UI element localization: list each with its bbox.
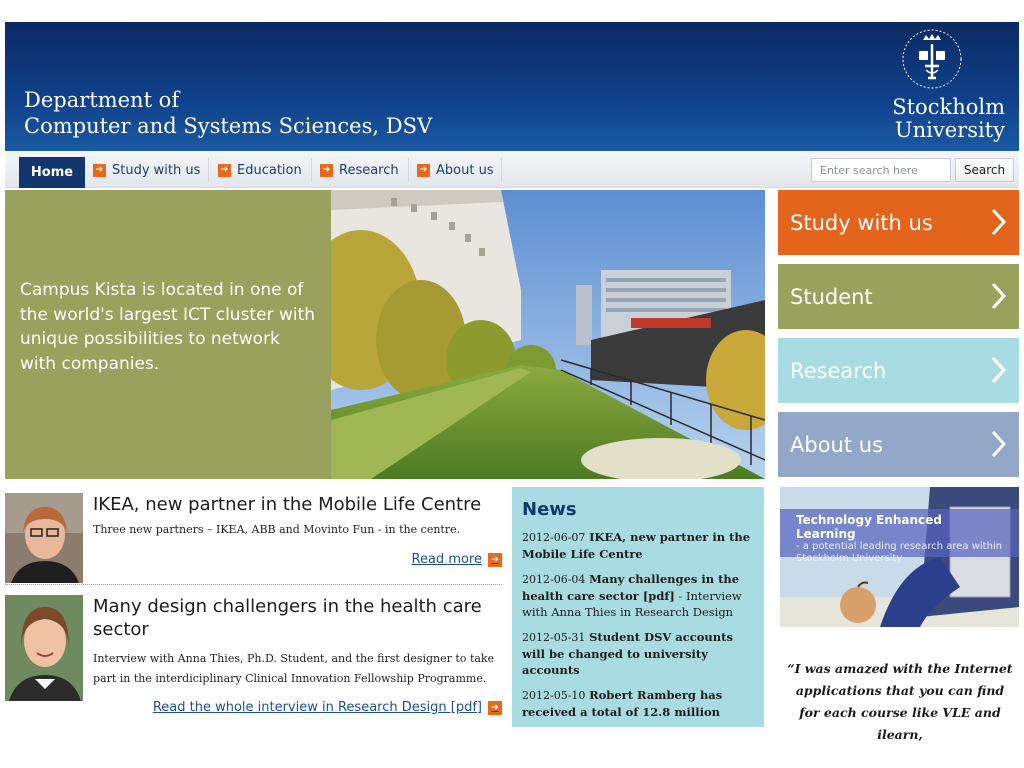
article-title[interactable]: IKEA, new partner in the Mobile Life Cen… xyxy=(93,493,503,516)
nav-education[interactable]: ➔ Education xyxy=(218,162,302,178)
read-more-label: Read the whole interview in Research Des… xyxy=(152,700,482,715)
campus-photo-illustration xyxy=(331,190,765,479)
department-title-line2: Computer and Systems Sciences, DSV xyxy=(24,114,433,138)
article-description: Interview with Anna Thies, Ph.D. Student… xyxy=(93,652,495,685)
chevron-right-icon xyxy=(991,356,1007,384)
nav-divider xyxy=(311,158,312,182)
arrow-right-icon: ➔ xyxy=(93,163,106,177)
university-seal-icon xyxy=(902,29,962,89)
search-button[interactable]: Search xyxy=(955,158,1014,182)
promo-caption: Technology Enhanced Learning - a potenti… xyxy=(780,509,1019,564)
article-photo[interactable] xyxy=(5,493,83,583)
nav-label: Research xyxy=(339,162,399,178)
read-more-link[interactable]: Read more ➔ xyxy=(412,552,502,567)
article-description: Three new partners – IKEA, ABB and Movin… xyxy=(93,523,461,536)
arrow-right-icon: ➔ xyxy=(320,163,333,177)
nav-study-with-us[interactable]: ➔ Study with us xyxy=(93,162,200,178)
university-logo[interactable]: Stockholm University xyxy=(875,26,1005,146)
tile-study-with-us[interactable]: Study with us xyxy=(778,190,1019,255)
news-item[interactable]: 2012-06-04 Many challenges in the health… xyxy=(522,571,756,620)
nav-about-us[interactable]: ➔ About us xyxy=(417,162,494,178)
nav-home[interactable]: Home xyxy=(19,157,85,188)
tile-about-us[interactable]: About us xyxy=(778,412,1019,477)
nav-divider xyxy=(408,158,409,182)
chevron-right-icon xyxy=(991,208,1007,236)
news-date: 2012-05-31 xyxy=(522,631,586,644)
tile-research[interactable]: Research xyxy=(778,338,1019,403)
nav-label: About us xyxy=(436,162,494,178)
read-interview-link[interactable]: Read the whole interview in Research Des… xyxy=(153,700,502,715)
news-item[interactable]: 2012-05-10 Robert Ramberg has received a… xyxy=(522,687,756,720)
arrow-right-icon: ➔ xyxy=(488,552,502,567)
nav-divider xyxy=(501,158,502,182)
news-item[interactable]: 2012-06-07 IKEA, new partner in the Mobi… xyxy=(522,529,756,562)
chevron-right-icon xyxy=(991,430,1007,458)
news-date: 2012-06-07 xyxy=(522,531,586,544)
tile-label: Research xyxy=(790,358,887,383)
search-input[interactable] xyxy=(811,158,951,182)
tile-student[interactable]: Student xyxy=(778,264,1019,329)
nav-label: Study with us xyxy=(112,162,201,178)
nav-divider xyxy=(208,158,209,182)
department-title-line1: Department of xyxy=(24,88,180,112)
hero-text: Campus Kista is located in one of the wo… xyxy=(20,280,316,374)
news-heading: News xyxy=(522,499,577,520)
student-quote: “I was amazed with the Internet applicat… xyxy=(787,661,1013,742)
department-title[interactable]: Department of Computer and Systems Scien… xyxy=(24,87,432,139)
logo-text-university: University xyxy=(894,118,1005,142)
article-title[interactable]: Many design challengers in the health ca… xyxy=(93,595,503,641)
site-header: Department of Computer and Systems Scien… xyxy=(5,22,1019,151)
chevron-right-icon xyxy=(991,282,1007,310)
tile-label: Student xyxy=(790,284,873,309)
tile-label: About us xyxy=(790,432,884,457)
logo-text-stockholm: Stockholm xyxy=(892,95,1005,119)
news-list: 2012-06-07 IKEA, new partner in the Mobi… xyxy=(522,529,756,727)
news-date: 2012-06-04 xyxy=(522,573,586,586)
tel-promo-banner[interactable]: Technology Enhanced Learning - a potenti… xyxy=(780,487,1019,627)
arrow-right-icon: ➔ xyxy=(417,163,430,177)
promo-subheading: - a potential leading research area with… xyxy=(796,541,1003,564)
nav-research[interactable]: ➔ Research xyxy=(320,162,399,178)
main-nav: Home ➔ Study with us ➔ Education ➔ Resea… xyxy=(5,151,1019,188)
article-photo[interactable] xyxy=(5,595,83,701)
tile-label: Study with us xyxy=(790,210,933,235)
article-item: IKEA, new partner in the Mobile Life Cen… xyxy=(5,490,502,585)
read-more-label: Read more xyxy=(411,552,482,567)
hero-text-panel: Campus Kista is located in one of the wo… xyxy=(5,190,331,479)
article-item: Many design challengers in the health ca… xyxy=(5,592,502,722)
promo-heading: Technology Enhanced Learning xyxy=(796,513,942,541)
news-item[interactable]: 2012-05-31 Student DSV accounts will be … xyxy=(522,629,756,678)
nav-label: Education xyxy=(237,162,302,178)
news-panel: News 2012-06-07 IKEA, new partner in the… xyxy=(512,487,764,727)
arrow-right-icon: ➔ xyxy=(488,700,502,715)
news-date: 2012-05-10 xyxy=(522,689,586,702)
arrow-right-icon: ➔ xyxy=(218,163,231,177)
hero-campus-photo xyxy=(331,190,765,479)
